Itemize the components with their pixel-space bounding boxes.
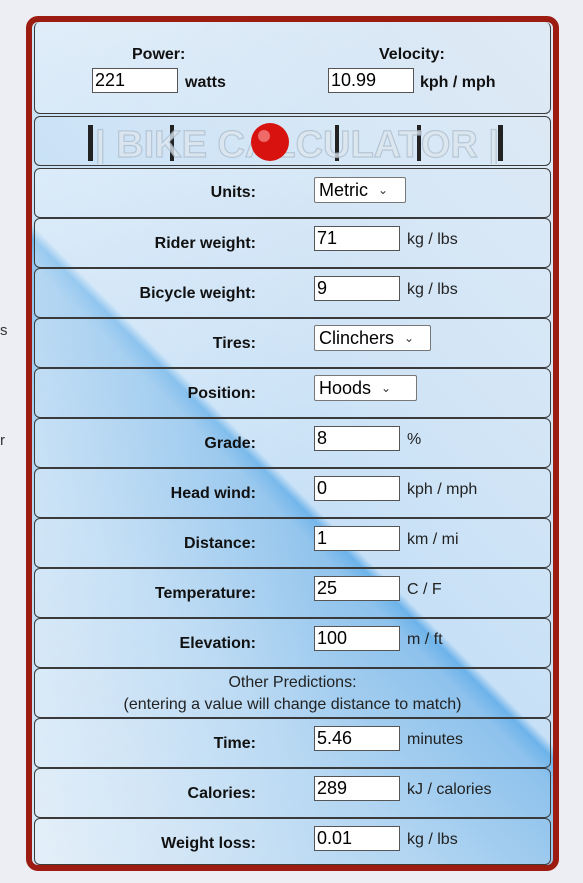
- tires-select[interactable]: Clinchers ⌄: [314, 325, 431, 351]
- position-label: Position:: [187, 385, 256, 402]
- tires-value: Clinchers: [319, 327, 395, 348]
- power-input[interactable]: [92, 68, 178, 93]
- chevron-down-icon: ⌄: [378, 183, 389, 197]
- position-value: Hoods: [319, 377, 372, 398]
- grade-row: Grade: %: [34, 418, 551, 468]
- tires-label: Tires:: [212, 335, 256, 352]
- logo-red-ball: [251, 123, 289, 161]
- bicycle-weight-unit: kg / lbs: [407, 281, 458, 298]
- time-unit: minutes: [407, 731, 464, 748]
- weight-loss-input[interactable]: [314, 826, 400, 851]
- tires-row: Tires: Clinchers ⌄: [34, 318, 551, 368]
- chevron-down-icon: ⌄: [404, 331, 415, 345]
- grade-input[interactable]: [314, 426, 400, 451]
- velocity-input[interactable]: [328, 68, 414, 93]
- bike-calculator-logo: | BIKE CALCULATOR |: [88, 123, 503, 164]
- calculator-panel: Power: watts Velocity: kph / mph | BIKE …: [32, 22, 553, 865]
- calories-label: Calories:: [187, 785, 256, 802]
- grade-label: Grade:: [204, 435, 256, 452]
- rider-weight-unit: kg / lbs: [407, 231, 458, 248]
- chevron-down-icon: ⌄: [381, 381, 392, 395]
- elevation-row: Elevation: m / ft: [34, 618, 551, 668]
- bicycle-weight-label: Bicycle weight:: [139, 285, 256, 302]
- edge-text-s: s: [0, 322, 8, 339]
- weight-loss-label: Weight loss:: [161, 835, 256, 852]
- rider-weight-input[interactable]: [314, 226, 400, 251]
- units-row: Units: Metric ⌄: [34, 168, 551, 218]
- power-unit: watts: [185, 74, 226, 91]
- elevation-unit: m / ft: [407, 631, 443, 648]
- calories-unit: kJ / calories: [407, 781, 492, 798]
- weight-loss-unit: kg / lbs: [407, 831, 458, 848]
- distance-label: Distance:: [183, 535, 256, 552]
- temperature-input[interactable]: [314, 576, 400, 601]
- weight-loss-row: Weight loss: kg / lbs: [34, 818, 551, 865]
- position-select[interactable]: Hoods ⌄: [314, 375, 417, 401]
- temperature-row: Temperature: C / F: [34, 568, 551, 618]
- head-wind-input[interactable]: [314, 476, 400, 501]
- units-label: Units:: [210, 184, 256, 201]
- head-wind-label: Head wind:: [170, 485, 256, 502]
- temperature-unit: C / F: [407, 581, 442, 598]
- temperature-label: Temperature:: [154, 585, 256, 602]
- distance-input[interactable]: [314, 526, 400, 551]
- edge-text-r: r: [0, 432, 5, 449]
- other-predictions-note: (entering a value will change distance t…: [123, 696, 462, 713]
- grade-unit: %: [407, 431, 422, 448]
- velocity-heading: Velocity:: [379, 46, 445, 63]
- other-predictions-row: Other Predictions: (entering a value wil…: [34, 668, 551, 718]
- time-label: Time:: [213, 735, 256, 752]
- other-predictions-title: Other Predictions:: [228, 674, 357, 691]
- bicycle-weight-input[interactable]: [314, 276, 400, 301]
- power-heading: Power:: [132, 46, 186, 63]
- head-wind-row: Head wind: kph / mph: [34, 468, 551, 518]
- calculator-frame: Power: watts Velocity: kph / mph | BIKE …: [26, 16, 559, 871]
- logo-bar: | BIKE CALCULATOR |: [34, 116, 551, 166]
- time-row: Time: minutes: [34, 718, 551, 768]
- position-row: Position: Hoods ⌄: [34, 368, 551, 418]
- units-select[interactable]: Metric ⌄: [314, 177, 406, 203]
- rider-weight-row: Rider weight: kg / lbs: [34, 218, 551, 268]
- distance-unit: km / mi: [407, 531, 459, 548]
- calories-input[interactable]: [314, 776, 400, 801]
- calories-row: Calories: kJ / calories: [34, 768, 551, 818]
- elevation-label: Elevation:: [179, 635, 256, 652]
- power-velocity-row: Power: watts Velocity: kph / mph: [34, 22, 551, 114]
- bicycle-weight-row: Bicycle weight: kg / lbs: [34, 268, 551, 318]
- distance-row: Distance: km / mi: [34, 518, 551, 568]
- logo-text: | BIKE CALCULATOR |: [95, 124, 499, 164]
- velocity-unit: kph / mph: [420, 74, 496, 91]
- units-value: Metric: [319, 179, 368, 200]
- elevation-input[interactable]: [314, 626, 400, 651]
- head-wind-unit: kph / mph: [407, 481, 478, 498]
- time-input[interactable]: [314, 726, 400, 751]
- rider-weight-label: Rider weight:: [154, 235, 256, 252]
